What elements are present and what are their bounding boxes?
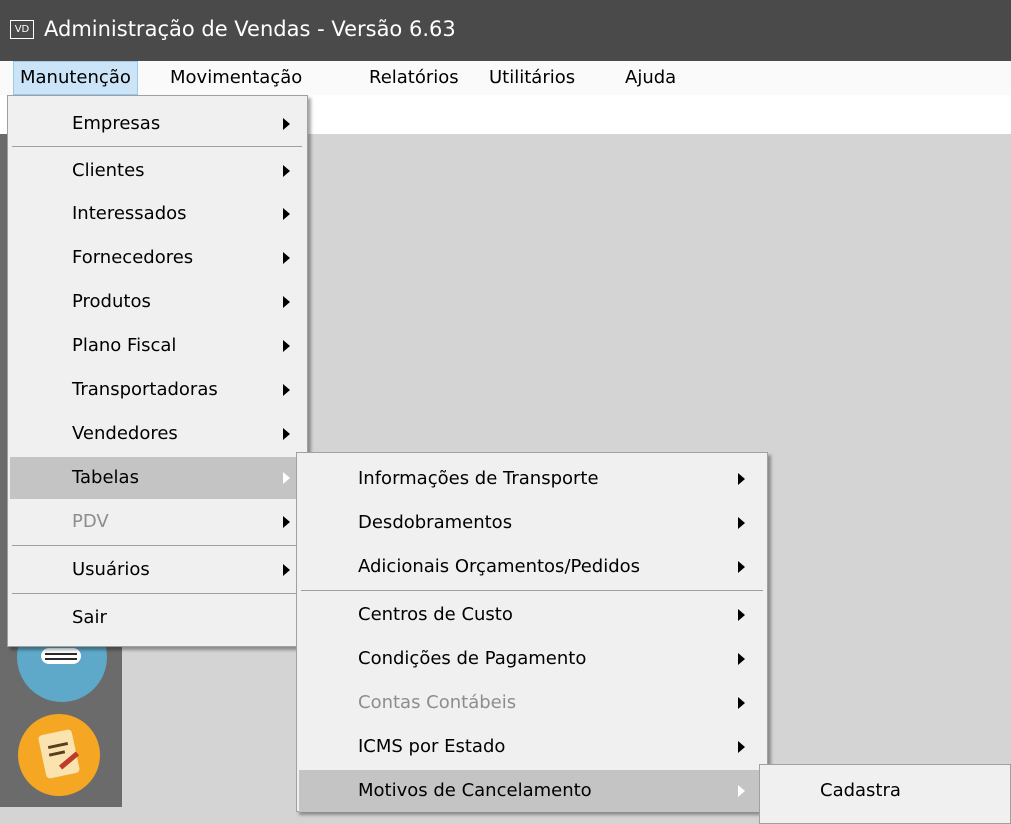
- menu-item-label: Fornecedores: [72, 247, 194, 268]
- menu-item-adicionais[interactable]: Adicionais Orçamentos/Pedidos: [299, 546, 765, 588]
- menubar-utilitarios[interactable]: Utilitários: [483, 61, 581, 95]
- submenu-arrow-icon: [283, 564, 290, 576]
- submenu-arrow-icon: [283, 165, 290, 177]
- menu-item-label: Produtos: [72, 291, 151, 312]
- menu-motivos-cancelamento: Cadastra: [759, 764, 1011, 824]
- menu-separator: [301, 590, 763, 591]
- menu-separator: [12, 545, 302, 546]
- menu-item-label: Desdobramentos: [358, 512, 513, 533]
- menu-item-fornecedores[interactable]: Fornecedores: [10, 237, 305, 279]
- menu-item-label: Interessados: [72, 203, 187, 224]
- menu-item-informacoes-transporte[interactable]: Informações de Transporte: [299, 458, 765, 500]
- submenu-arrow-icon: [283, 384, 290, 396]
- menu-item-label: Adicionais Orçamentos/Pedidos: [358, 556, 641, 577]
- menu-item-label: Empresas: [72, 113, 161, 134]
- submenu-arrow-icon: [283, 208, 290, 220]
- menu-item-label: Motivos de Cancelamento: [358, 780, 592, 801]
- menu-item-pdv: PDV: [10, 501, 305, 543]
- title-bar: VD Administração de Vendas - Versão 6.63: [0, 0, 1011, 61]
- menu-item-icms-estado[interactable]: ICMS por Estado: [299, 726, 765, 768]
- submenu-arrow-icon: [738, 609, 745, 621]
- menu-item-contas-contabeis: Contas Contábeis: [299, 682, 765, 724]
- menu-item-label: Centros de Custo: [358, 604, 513, 625]
- menu-item-label: PDV: [72, 511, 109, 532]
- menu-item-label: Contas Contábeis: [358, 692, 517, 713]
- menu-item-plano-fiscal[interactable]: Plano Fiscal: [10, 325, 305, 367]
- menu-item-label: Usuários: [72, 559, 150, 580]
- submenu-arrow-icon: [738, 473, 745, 485]
- submenu-arrow-icon: [283, 340, 290, 352]
- menu-item-sair[interactable]: Sair: [10, 597, 305, 639]
- menu-item-centros-custo[interactable]: Centros de Custo: [299, 594, 765, 636]
- submenu-arrow-icon: [283, 428, 290, 440]
- menu-bar: Manutenção Movimentação Relatórios Utili…: [0, 61, 1011, 95]
- menubar-manutencao[interactable]: Manutenção: [13, 61, 138, 95]
- submenu-arrow-icon: [738, 561, 745, 573]
- menu-item-tabelas[interactable]: Tabelas: [10, 457, 305, 499]
- menu-item-label: Vendedores: [72, 423, 178, 444]
- menu-item-label: Clientes: [72, 160, 145, 181]
- submenu-arrow-icon: [738, 653, 745, 665]
- menu-item-condicoes-pagamento[interactable]: Condições de Pagamento: [299, 638, 765, 680]
- submenu-arrow-icon: [283, 472, 290, 484]
- menu-item-label: Tabelas: [72, 467, 139, 488]
- menu-item-cadastra[interactable]: Cadastra: [762, 770, 1010, 812]
- menu-item-interessados[interactable]: Interessados: [10, 193, 305, 235]
- menubar-ajuda[interactable]: Ajuda: [619, 61, 682, 95]
- menu-item-vendedores[interactable]: Vendedores: [10, 413, 305, 455]
- menu-item-produtos[interactable]: Produtos: [10, 281, 305, 323]
- menu-separator: [12, 146, 302, 147]
- menu-item-label: Informações de Transporte: [358, 468, 599, 489]
- submenu-arrow-icon: [738, 741, 745, 753]
- menu-item-label: Transportadoras: [72, 379, 218, 400]
- menubar-relatorios[interactable]: Relatórios: [363, 61, 465, 95]
- menu-item-transportadoras[interactable]: Transportadoras: [10, 369, 305, 411]
- menu-item-label: Sair: [72, 607, 107, 628]
- submenu-arrow-icon: [283, 516, 290, 528]
- menu-item-label: Condições de Pagamento: [358, 648, 587, 669]
- menu-item-label: ICMS por Estado: [358, 736, 506, 757]
- submenu-arrow-icon: [738, 697, 745, 709]
- menubar-movimentacao[interactable]: Movimentação: [164, 61, 308, 95]
- submenu-arrow-icon: [283, 118, 290, 130]
- submenu-arrow-icon: [738, 517, 745, 529]
- menu-item-clientes[interactable]: Clientes: [10, 150, 305, 192]
- menu-item-empresas[interactable]: Empresas: [10, 103, 305, 145]
- menu-item-desdobramentos[interactable]: Desdobramentos: [299, 502, 765, 544]
- submenu-arrow-icon: [283, 296, 290, 308]
- submenu-arrow-icon: [738, 785, 745, 797]
- menu-item-label: Plano Fiscal: [72, 335, 177, 356]
- app-logo-icon: VD: [10, 20, 34, 39]
- menu-manutencao: Empresas Clientes Interessados Fornecedo…: [7, 95, 308, 647]
- menu-separator: [12, 593, 302, 594]
- menu-item-motivos-cancelamento[interactable]: Motivos de Cancelamento: [299, 770, 765, 812]
- menu-item-usuarios[interactable]: Usuários: [10, 549, 305, 591]
- notes-app-icon[interactable]: [18, 714, 100, 796]
- submenu-arrow-icon: [283, 252, 290, 264]
- window-title: Administração de Vendas - Versão 6.63: [44, 17, 456, 41]
- menu-tabelas: Informações de Transporte Desdobramentos…: [296, 452, 768, 812]
- menu-item-label: Cadastra: [820, 780, 901, 801]
